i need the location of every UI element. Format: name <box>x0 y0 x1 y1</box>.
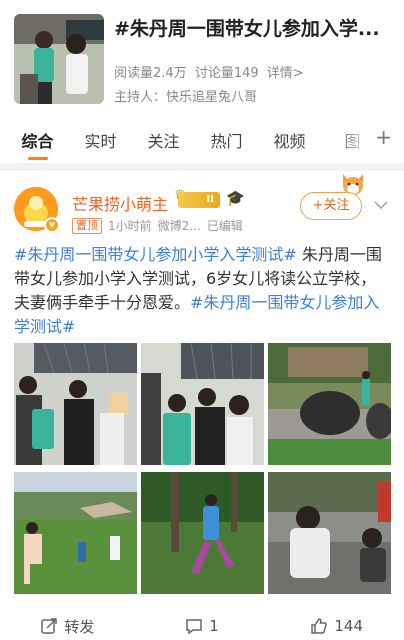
post-username[interactable]: 芒果捞小萌主 <box>72 191 168 215</box>
level-badge: II <box>178 192 220 208</box>
post-image-6[interactable] <box>268 472 391 594</box>
tab-video[interactable]: 视频 <box>258 128 321 152</box>
image-grid <box>14 343 391 595</box>
verified-badge-icon: v <box>44 217 60 233</box>
repost-button[interactable]: 转发 <box>0 612 135 640</box>
like-count: 144 <box>334 617 363 635</box>
tab-hot[interactable]: 热门 <box>195 128 258 152</box>
post-text: #朱丹周一围带女儿参加小学入学测试# 朱丹周一围带女儿参加小学入学测试，6岁女儿… <box>14 243 392 339</box>
thumbs-up-icon <box>311 618 328 634</box>
topic-title: #朱丹周一围带女儿参加入学... <box>114 18 380 40</box>
details-link[interactable]: 详情> <box>267 66 304 81</box>
add-tab-icon[interactable]: + <box>375 125 392 149</box>
comment-count: 1 <box>209 617 219 635</box>
repost-label: 转发 <box>64 617 95 636</box>
tab-comprehensive[interactable]: 综合 <box>6 128 69 152</box>
hashtag-link[interactable]: #朱丹周一围带女儿参加小学入学测试# <box>14 245 297 264</box>
section-divider <box>0 163 404 171</box>
post-time: 1小时前 <box>108 219 152 233</box>
post-actions: 转发 1 144 <box>0 612 404 640</box>
like-button[interactable]: 144 <box>269 612 404 640</box>
post-image-4[interactable] <box>14 472 137 594</box>
post-image-1[interactable] <box>14 343 137 465</box>
discussion-count: 讨论量149 <box>194 66 259 81</box>
tab-fade <box>332 120 372 158</box>
post-image-5[interactable] <box>141 472 264 594</box>
pinned-tag: 置顶 <box>72 217 102 234</box>
topic-header: #朱丹周一围带女儿参加入学... 阅读量2.4万 讨论量149 详情> 主持人：… <box>0 0 404 114</box>
topic-host: 主持人：快乐追星兔八哥 <box>114 90 258 105</box>
post-source: 微博2... <box>157 219 201 233</box>
post-image-3[interactable] <box>268 343 391 465</box>
follow-button[interactable]: +关注 <box>300 192 362 220</box>
repost-icon <box>41 618 58 634</box>
topic-stats: 阅读量2.4万 讨论量149 详情> <box>114 62 308 81</box>
post-meta: 置顶 1小时前 微博2... 已编辑 <box>72 217 249 234</box>
edited-label: 已编辑 <box>206 219 243 233</box>
tab-realtime[interactable]: 实时 <box>69 128 132 152</box>
follow-area: +关注 <box>300 180 362 220</box>
chevron-down-icon[interactable] <box>374 198 388 214</box>
topic-cover-image[interactable] <box>14 14 104 104</box>
comment-icon <box>186 619 202 635</box>
comment-button[interactable]: 1 <box>135 612 270 640</box>
tab-following[interactable]: 关注 <box>132 128 195 152</box>
post-image-2[interactable] <box>141 343 264 465</box>
read-count: 阅读量2.4万 <box>114 66 187 81</box>
graduation-cap-icon: 🎓 <box>226 189 245 207</box>
